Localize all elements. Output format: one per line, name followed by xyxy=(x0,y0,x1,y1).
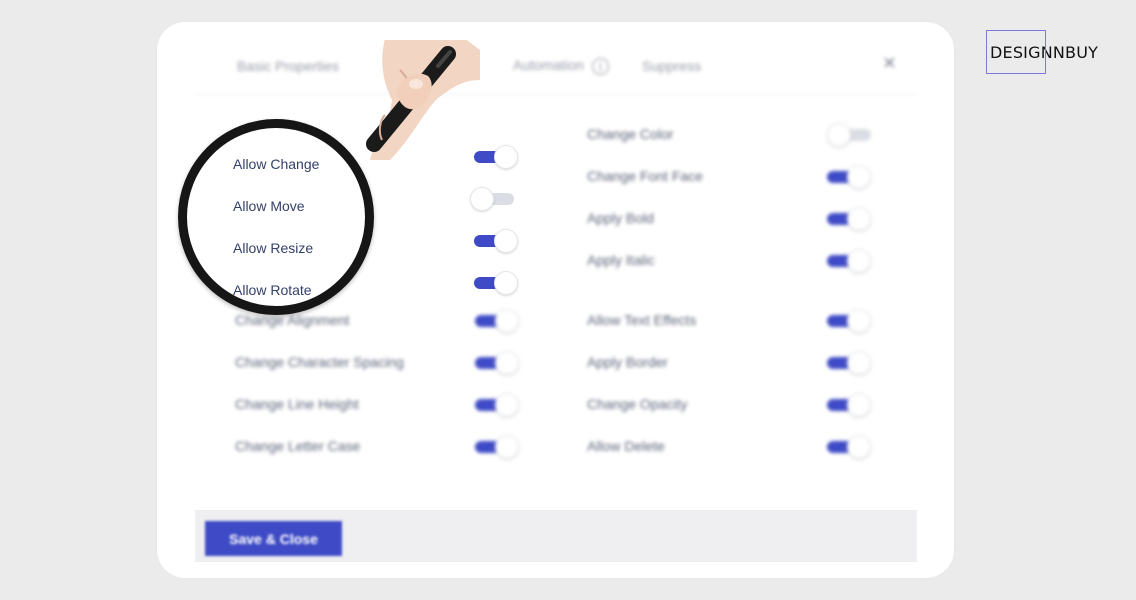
option-label: Change Letter Case xyxy=(235,438,361,454)
option-label: Allow Move xyxy=(233,198,305,214)
toggle-apply-border[interactable] xyxy=(827,350,871,375)
option-label: Allow Resize xyxy=(233,240,314,256)
toggle-allow-resize[interactable] xyxy=(474,228,518,253)
tab-automation[interactable]: Automation i xyxy=(513,57,609,75)
option-label: Allow Delete xyxy=(587,438,665,454)
option-label: Change Opacity xyxy=(587,396,688,412)
tab-automation-label: Automation xyxy=(513,57,584,74)
option-label: Change Color xyxy=(587,126,674,142)
option-label: Allow Change xyxy=(233,156,320,172)
toggle-apply-italic[interactable] xyxy=(827,248,871,273)
brand-logo: DESIGNNBUY xyxy=(986,30,1098,74)
option-label: Change Font Face xyxy=(587,168,703,184)
tab-suppress[interactable]: Suppress xyxy=(642,58,701,74)
toggle-change-opacity[interactable] xyxy=(827,392,871,417)
brand-name: DESIGNNBUY xyxy=(990,42,1099,62)
toggle-allow-change[interactable] xyxy=(474,144,518,169)
toggle-allow-delete[interactable] xyxy=(827,434,871,459)
option-label: Apply Italic xyxy=(587,252,655,268)
option-label: Change Alignment xyxy=(235,312,350,328)
option-label: Allow Rotate xyxy=(233,282,312,298)
dialog-footer: Save & Close xyxy=(195,510,917,562)
option-label: Apply Bold xyxy=(587,210,654,226)
toggle-change-font-face[interactable] xyxy=(827,164,871,189)
toggle-change-alignment[interactable] xyxy=(475,308,519,333)
toggle-allow-text-effects[interactable] xyxy=(827,308,871,333)
info-icon[interactable]: i xyxy=(591,57,609,75)
toggle-allow-rotate[interactable] xyxy=(474,270,518,295)
option-label: Apply Border xyxy=(587,354,668,370)
tab-divider xyxy=(195,94,917,95)
option-label: Change Line Height xyxy=(235,396,359,412)
option-label: Change Character Spacing xyxy=(235,354,404,370)
option-label: Allow Text Effects xyxy=(587,312,697,328)
toggle-apply-bold[interactable] xyxy=(827,206,871,231)
toggle-change-line-height[interactable] xyxy=(475,392,519,417)
save-close-button[interactable]: Save & Close xyxy=(205,521,342,556)
tab-basic-properties[interactable]: Basic Properties xyxy=(237,58,339,74)
magnifier-lens: Allow Change Allow Move Allow Resize All… xyxy=(178,119,374,315)
magnifier-handle-illustration xyxy=(366,40,480,160)
close-icon[interactable]: × xyxy=(883,50,896,76)
toggle-change-character-spacing[interactable] xyxy=(475,350,519,375)
toggle-change-color[interactable] xyxy=(827,122,871,147)
toggle-change-letter-case[interactable] xyxy=(475,434,519,459)
toggle-allow-move[interactable] xyxy=(470,186,514,211)
